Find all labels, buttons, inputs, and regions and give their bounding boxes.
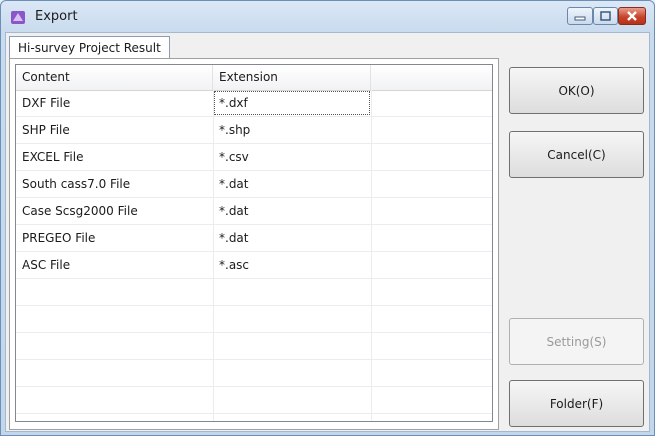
column-header-extension[interactable]: Extension (213, 65, 371, 90)
cell-extension: *.csv (219, 150, 249, 164)
cell-content: SHP File (22, 123, 70, 137)
cell-extension: *.shp (219, 123, 251, 137)
cell-extension: *.dat (219, 204, 249, 218)
table-row[interactable]: Case Scsg2000 File *.dat (16, 198, 492, 225)
cell-extension: *.asc (219, 258, 250, 272)
table-row[interactable]: SHP File *.shp (16, 117, 492, 144)
dialog-client-area: Hi-survey Project Result Content Extensi… (5, 32, 650, 432)
empty-row (16, 306, 492, 333)
tab-panel: Content Extension DXF File *.dxf SHP Fil… (9, 58, 499, 430)
export-format-table[interactable]: Content Extension DXF File *.dxf SHP Fil… (15, 64, 493, 422)
close-icon (627, 11, 637, 21)
empty-row (16, 333, 492, 360)
setting-button[interactable]: Setting(S) (509, 318, 644, 365)
maximize-icon (600, 11, 611, 21)
cell-extension: *.dxf (213, 90, 371, 116)
empty-row (16, 387, 492, 414)
folder-button[interactable]: Folder(F) (509, 380, 644, 427)
minimize-button[interactable] (567, 7, 593, 25)
ok-button[interactable]: OK(O) (509, 67, 644, 114)
cell-content: DXF File (22, 96, 71, 110)
close-button[interactable] (618, 7, 646, 25)
empty-row (16, 360, 492, 387)
column-header-empty[interactable] (371, 65, 492, 90)
cell-content: South cass7.0 File (22, 177, 131, 191)
table-header: Content Extension (16, 65, 492, 91)
table-row[interactable]: PREGEO File *.dat (16, 225, 492, 252)
column-divider (213, 90, 214, 421)
cell-content: PREGEO File (22, 231, 96, 245)
table-row[interactable]: South cass7.0 File *.dat (16, 171, 492, 198)
column-divider (371, 90, 372, 421)
title-bar[interactable]: Export (1, 1, 654, 32)
column-header-content[interactable]: Content (16, 65, 213, 90)
empty-row (16, 279, 492, 306)
maximize-button[interactable] (593, 7, 618, 25)
minimize-icon (574, 16, 586, 21)
table-row[interactable]: EXCEL File *.csv (16, 144, 492, 171)
app-icon (11, 11, 25, 24)
cell-content: ASC File (22, 258, 71, 272)
table-row[interactable]: ASC File *.asc (16, 252, 492, 279)
cell-content: EXCEL File (22, 150, 84, 164)
export-dialog: Export Hi-survey Project Result Content … (0, 0, 655, 436)
cell-extension: *.dat (219, 177, 249, 191)
cell-content: Case Scsg2000 File (22, 204, 138, 218)
cell-extension: *.dat (219, 231, 249, 245)
tab-hi-survey-project-result[interactable]: Hi-survey Project Result (9, 36, 170, 59)
window-title: Export (35, 9, 78, 24)
cancel-button[interactable]: Cancel(C) (509, 131, 644, 178)
table-row[interactable]: DXF File *.dxf (16, 90, 492, 117)
